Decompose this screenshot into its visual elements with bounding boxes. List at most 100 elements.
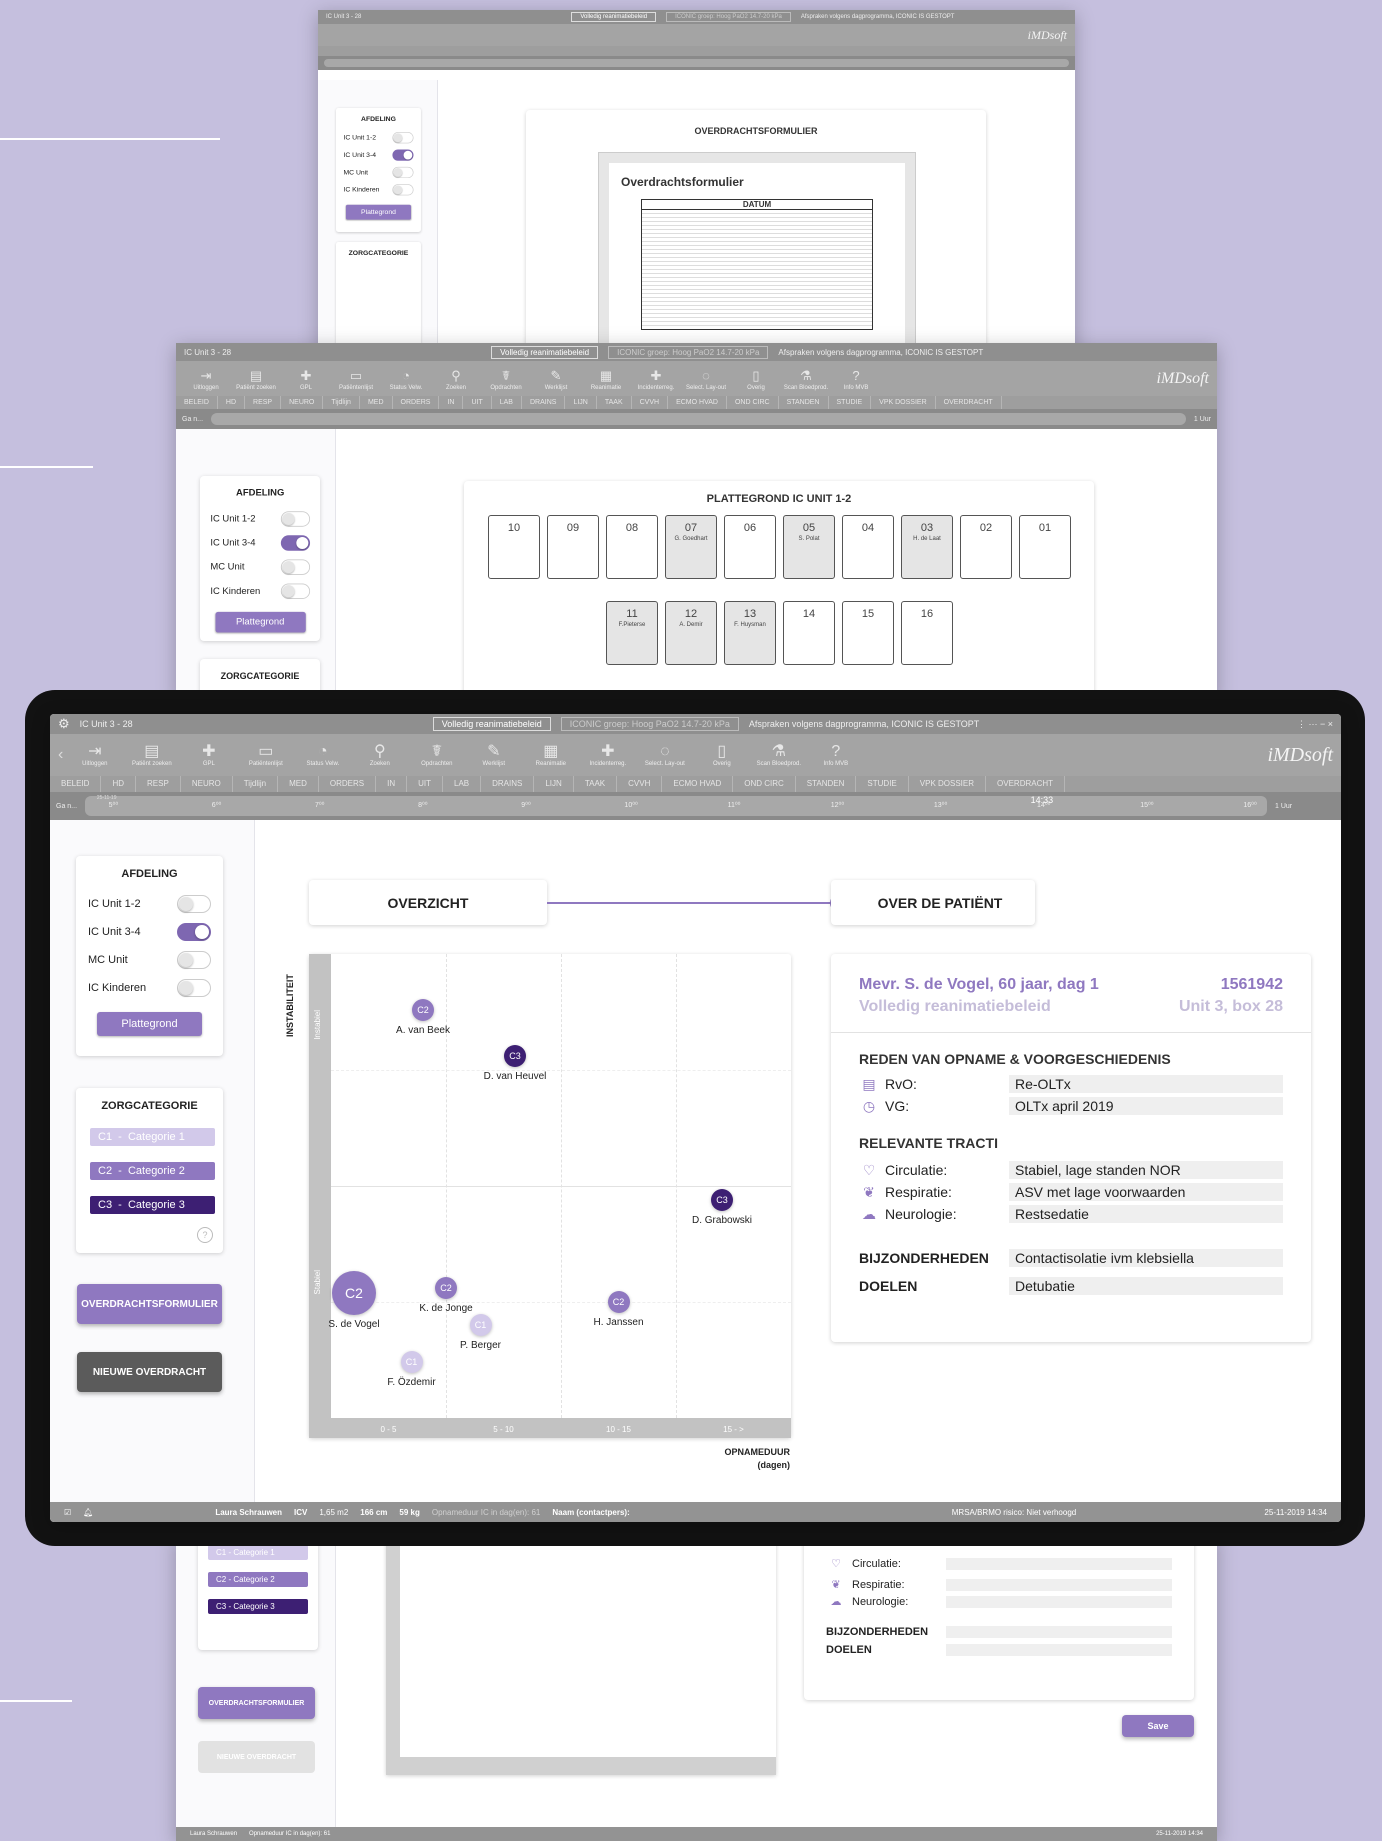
tab-resp[interactable]: RESP	[245, 396, 282, 409]
toolbar-button-logout[interactable]: ⇥ Uitloggen	[69, 743, 120, 767]
overdrachtsformulier-button[interactable]: OVERDRACHTSFORMULIER	[77, 1284, 222, 1324]
step-overzicht[interactable]: OVERZICHT	[309, 880, 547, 925]
toolbar-button-reanimation[interactable]: ▦ Reanimatie	[584, 367, 628, 391]
patient-point[interactable]: C1	[400, 1351, 423, 1374]
tab-beleid[interactable]: BELEID	[176, 396, 218, 409]
bed-10[interactable]: 10	[488, 515, 540, 579]
toolbar-button-logout[interactable]: ⇥ Uitloggen	[184, 367, 228, 391]
plattegrond-button[interactable]: Plattegrond	[97, 1012, 202, 1036]
chevron-left-icon[interactable]: ‹	[58, 746, 63, 764]
unit-toggle[interactable]	[392, 184, 414, 196]
unit-toggle[interactable]	[177, 951, 211, 969]
tab-uit[interactable]: UIT	[407, 776, 443, 792]
tab-neuro[interactable]: NEURO	[281, 396, 324, 409]
tab-neuro[interactable]: NEURO	[181, 776, 233, 792]
bed-04[interactable]: 04	[842, 515, 894, 579]
toolbar-button-gpl[interactable]: ✚ GPL	[183, 743, 234, 767]
time-nav[interactable]: Ga n...	[56, 803, 77, 810]
tab-ond-circ[interactable]: OND CIRC	[727, 396, 779, 409]
toolbar-button-other[interactable]: ▯ Overig	[696, 743, 747, 767]
toolbar-button-layout[interactable]: ◌ Select. Lay-out	[639, 743, 690, 767]
tab-vpk-dossier[interactable]: VPK DOSSIER	[871, 396, 936, 409]
tab-ecmo-hvad[interactable]: ECMO HVAD	[668, 396, 727, 409]
tab-taak[interactable]: TAAK	[597, 396, 632, 409]
tab-ond-circ[interactable]: OND CIRC	[733, 776, 796, 792]
tab-med[interactable]: MED	[360, 396, 393, 409]
tab-lab[interactable]: LAB	[492, 396, 522, 409]
toolbar-button-status[interactable]: ◔ Status Velw.	[297, 743, 348, 767]
unit-toggle[interactable]	[392, 149, 414, 161]
help-icon[interactable]: ?	[197, 1227, 213, 1243]
tab-cvvh[interactable]: CVVH	[617, 776, 663, 792]
tab-studie[interactable]: STUDIE	[856, 776, 909, 792]
tab-beleid[interactable]: BELEID	[50, 776, 102, 792]
nieuwe-overdracht-button[interactable]: NIEUWE OVERDRACHT	[198, 1741, 315, 1773]
patient-point[interactable]: C2	[332, 1270, 376, 1315]
plattegrond-button[interactable]: Plattegrond	[345, 204, 412, 220]
unit-toggle[interactable]	[280, 559, 311, 575]
nieuwe-overdracht-button[interactable]: NIEUWE OVERDRACHT	[77, 1352, 222, 1392]
toolbar-button-gpl[interactable]: ✚ GPL	[284, 367, 328, 391]
tab-drains[interactable]: DRAINS	[481, 776, 535, 792]
tab-uit[interactable]: UIT	[463, 396, 492, 409]
tab-overdracht[interactable]: OVERDRACHT	[986, 776, 1066, 792]
toolbar-button-search[interactable]: ⚲ Zoeken	[354, 743, 405, 767]
toolbar-button-layout[interactable]: ◌ Select. Lay-out	[684, 367, 728, 391]
tab-vpk-dossier[interactable]: VPK DOSSIER	[909, 776, 987, 792]
time-range[interactable]: 1 Uur	[1194, 416, 1211, 423]
toolbar-button-incident[interactable]: ✚ Incidenterreg.	[634, 367, 678, 391]
patient-point[interactable]: C2	[607, 1291, 630, 1313]
bed-07[interactable]: 07 G. Goedhart	[665, 515, 717, 579]
toolbar-button-info[interactable]: ? Info MVB	[810, 743, 861, 767]
toolbar-button-worklist[interactable]: ✎ Werklijst	[468, 743, 519, 767]
toolbar-button-patient-list[interactable]: ▭ Patiëntenlijst	[240, 743, 291, 767]
timeline-track[interactable]: 5⁰⁰ 6⁰⁰ 7⁰⁰ 8⁰⁰ 9⁰⁰ 10⁰⁰ 11⁰⁰ 12⁰⁰ 13⁰⁰ 14⁰⁰ 15⁰⁰ 1…	[85, 795, 1267, 816]
bed-13[interactable]: 13 F. Huysman	[724, 601, 776, 665]
patient-point[interactable]: C1	[469, 1314, 492, 1337]
toolbar-button-incident[interactable]: ✚ Incidenterreg.	[582, 743, 633, 767]
time-range[interactable]: 1 Uur	[1275, 803, 1335, 810]
time-nav[interactable]: Ga n...	[182, 416, 203, 423]
toolbar-button-reanimation[interactable]: ▦ Reanimatie	[525, 743, 576, 767]
bed-11[interactable]: 11 F.Pieterse	[606, 601, 658, 665]
toolbar-button-other[interactable]: ▯ Overig	[734, 367, 778, 391]
toolbar-button-patient-search[interactable]: ▤ Patiënt zoeken	[234, 367, 278, 391]
patient-point[interactable]: C2	[435, 1277, 457, 1300]
tab-standen[interactable]: STANDEN	[779, 396, 829, 409]
tab-orders[interactable]: ORDERS	[393, 396, 440, 409]
category-c2[interactable]: C2 - Categorie 2	[90, 1162, 215, 1180]
unit-toggle[interactable]	[280, 511, 311, 527]
tab-hd[interactable]: HD	[218, 396, 246, 409]
tab-lijn[interactable]: LIJN	[565, 396, 597, 409]
bed-02[interactable]: 02	[960, 515, 1012, 579]
tab-cvvh[interactable]: CVVH	[632, 396, 669, 409]
tab-med[interactable]: MED	[278, 776, 319, 792]
tab-lab[interactable]: LAB	[443, 776, 482, 792]
bed-09[interactable]: 09	[547, 515, 599, 579]
tab-ecmo-hvad[interactable]: ECMO HVAD	[662, 776, 734, 792]
toolbar-button-status[interactable]: ◔ Status Velw.	[384, 367, 428, 391]
unit-toggle[interactable]	[392, 166, 414, 179]
save-button[interactable]: Save	[1122, 1715, 1194, 1737]
category-c1[interactable]: C1 - Categorie 1	[90, 1128, 215, 1146]
window-controls[interactable]: ⋮ ··· − ×	[1297, 719, 1333, 730]
patient-point[interactable]: C3	[711, 1188, 733, 1211]
tab-overdracht[interactable]: OVERDRACHT	[936, 396, 1002, 409]
tab-standen[interactable]: STANDEN	[796, 776, 857, 792]
overdrachtsformulier-button[interactable]: OVERDRACHTSFORMULIER	[198, 1687, 315, 1719]
plattegrond-button[interactable]: Plattegrond	[215, 611, 306, 633]
toolbar-button-worklist[interactable]: ✎ Werklijst	[534, 367, 578, 391]
bed-03[interactable]: 03 H. de Laat	[901, 515, 953, 579]
toolbar-button-patient-list[interactable]: ▭ Patiëntenlijst	[334, 367, 378, 391]
unit-toggle[interactable]	[177, 979, 211, 997]
bed-06[interactable]: 06	[724, 515, 776, 579]
tab-drains[interactable]: DRAINS	[522, 396, 566, 409]
tab-studie[interactable]: STUDIE	[829, 396, 872, 409]
bed-14[interactable]: 14	[783, 601, 835, 665]
bell-icon[interactable]: 🔔︎	[83, 1508, 93, 1517]
patient-point[interactable]: C3	[504, 1045, 526, 1068]
checkbox-icon[interactable]: ☑	[64, 1508, 71, 1517]
bed-16[interactable]: 16	[901, 601, 953, 665]
toolbar-button-patient-search[interactable]: ▤ Patiënt zoeken	[126, 743, 177, 767]
tab-hd[interactable]: HD	[101, 776, 137, 792]
